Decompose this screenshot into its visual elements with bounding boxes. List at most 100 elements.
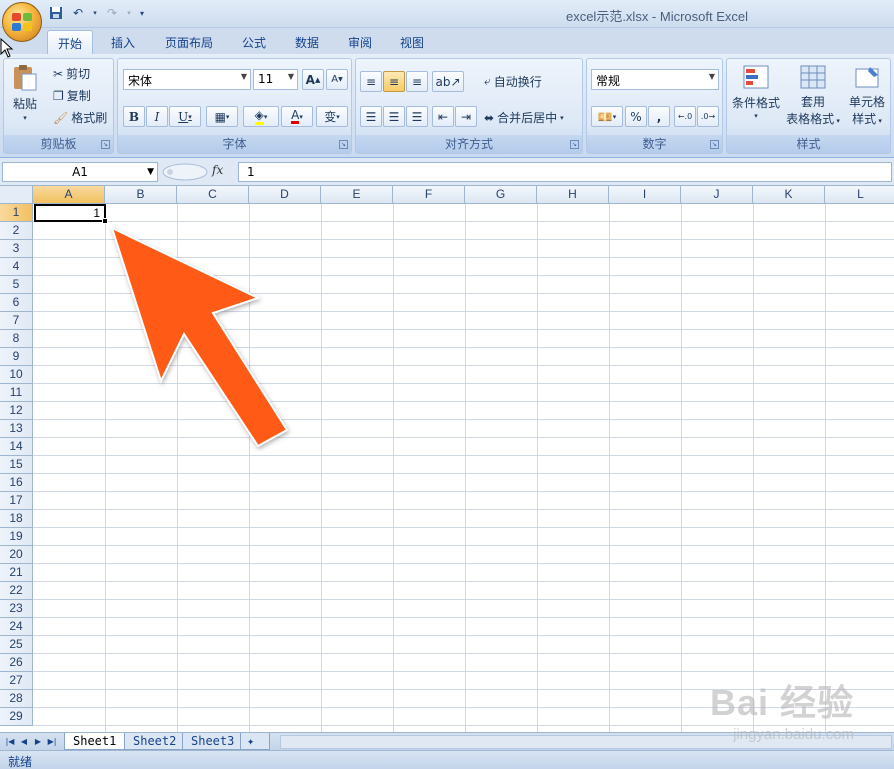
- row-header-15[interactable]: 15: [0, 456, 33, 474]
- last-sheet-icon[interactable]: ▶|: [46, 735, 58, 749]
- format-as-table-button[interactable]: 套用 表格格式 ▾: [785, 63, 841, 127]
- paste-button[interactable]: 粘贴 ▾: [10, 63, 40, 122]
- row-header-28[interactable]: 28: [0, 690, 33, 708]
- orientation-button[interactable]: ab↗: [432, 71, 464, 92]
- column-header-k[interactable]: K: [753, 186, 825, 204]
- row-header-5[interactable]: 5: [0, 276, 33, 294]
- row-header-29[interactable]: 29: [0, 708, 33, 726]
- increase-indent-button[interactable]: ⇥: [455, 106, 477, 127]
- font-name-select[interactable]: 宋体 ▼: [123, 69, 251, 90]
- bold-button[interactable]: B: [123, 106, 145, 127]
- tab-data[interactable]: 数据: [285, 30, 329, 54]
- decrease-decimal-button[interactable]: .0→: [697, 106, 719, 127]
- row-header-3[interactable]: 3: [0, 240, 33, 258]
- first-sheet-icon[interactable]: |◀: [4, 735, 16, 749]
- sheet-tab-3[interactable]: Sheet3: [182, 733, 244, 750]
- row-header-22[interactable]: 22: [0, 582, 33, 600]
- column-header-f[interactable]: F: [393, 186, 465, 204]
- row-header-11[interactable]: 11: [0, 384, 33, 402]
- column-header-e[interactable]: E: [321, 186, 393, 204]
- row-header-4[interactable]: 4: [0, 258, 33, 276]
- insert-function-button[interactable]: fx: [212, 163, 223, 177]
- wrap-text-button[interactable]: ⤶ 自动换行: [484, 73, 542, 90]
- borders-button[interactable]: ▦ ▾: [206, 106, 238, 127]
- align-bottom-button[interactable]: ≡: [406, 71, 428, 92]
- align-center-button[interactable]: ☰: [383, 106, 405, 127]
- row-header-10[interactable]: 10: [0, 366, 33, 384]
- italic-button[interactable]: I: [146, 106, 168, 127]
- number-format-select[interactable]: 常规 ▼: [591, 69, 719, 90]
- select-all-corner[interactable]: [0, 186, 33, 204]
- cut-button[interactable]: ✂ 剪切: [53, 65, 90, 82]
- copy-button[interactable]: ❐ 复制: [53, 87, 91, 104]
- conditional-format-button[interactable]: 条件格式 ▾: [731, 63, 781, 120]
- fill-color-button[interactable]: ◈ ▾: [243, 106, 279, 127]
- row-header-2[interactable]: 2: [0, 222, 33, 240]
- row-header-24[interactable]: 24: [0, 618, 33, 636]
- row-header-18[interactable]: 18: [0, 510, 33, 528]
- tab-page-layout[interactable]: 页面布局: [155, 30, 223, 54]
- sheet-tab-2[interactable]: Sheet2: [124, 733, 186, 750]
- worksheet-grid[interactable]: ABCDEFGHIJKL 1 2 3 4 5 6 7 8 9 10 11 12 13 14 15 16 17 18…: [0, 186, 894, 732]
- number-launcher-icon[interactable]: ↘: [710, 140, 719, 149]
- formula-bar-expander-icon[interactable]: [160, 162, 210, 182]
- font-color-button[interactable]: A ▾: [281, 106, 313, 127]
- column-header-i[interactable]: I: [609, 186, 681, 204]
- formula-input[interactable]: 1: [238, 162, 892, 182]
- tab-insert[interactable]: 插入: [101, 30, 145, 54]
- column-header-j[interactable]: J: [681, 186, 753, 204]
- prev-sheet-icon[interactable]: ◀: [18, 735, 30, 749]
- sheet-tab-1[interactable]: Sheet1: [64, 733, 126, 750]
- column-header-b[interactable]: B: [105, 186, 177, 204]
- next-sheet-icon[interactable]: ▶: [32, 735, 44, 749]
- column-header-h[interactable]: H: [537, 186, 609, 204]
- insert-sheet-button[interactable]: ✦: [240, 733, 270, 750]
- name-box[interactable]: A1 ▼: [2, 162, 158, 182]
- align-top-button[interactable]: ≡: [360, 71, 382, 92]
- phonetic-button[interactable]: 变 ▾: [316, 106, 348, 127]
- row-header-19[interactable]: 19: [0, 528, 33, 546]
- row-header-16[interactable]: 16: [0, 474, 33, 492]
- column-header-d[interactable]: D: [249, 186, 321, 204]
- percent-button[interactable]: %: [625, 106, 647, 127]
- column-header-g[interactable]: G: [465, 186, 537, 204]
- font-size-select[interactable]: 11 ▼: [253, 69, 298, 90]
- tab-formulas[interactable]: 公式: [232, 30, 276, 54]
- cell-styles-button[interactable]: 单元格 样式 ▾: [844, 63, 890, 127]
- increase-decimal-button[interactable]: ←.0: [674, 106, 696, 127]
- row-header-23[interactable]: 23: [0, 600, 33, 618]
- row-header-17[interactable]: 17: [0, 492, 33, 510]
- office-button[interactable]: [2, 2, 42, 42]
- align-middle-button[interactable]: ≡: [383, 71, 405, 92]
- row-header-13[interactable]: 13: [0, 420, 33, 438]
- fill-handle[interactable]: [102, 218, 108, 224]
- row-header-6[interactable]: 6: [0, 294, 33, 312]
- shrink-font-button[interactable]: A ▼: [326, 69, 348, 90]
- underline-button[interactable]: U ▾: [169, 106, 201, 127]
- row-header-27[interactable]: 27: [0, 672, 33, 690]
- align-right-button[interactable]: ☰: [406, 106, 428, 127]
- column-header-a[interactable]: A: [33, 186, 105, 204]
- tab-home[interactable]: 开始: [47, 30, 94, 54]
- row-header-12[interactable]: 12: [0, 402, 33, 420]
- row-header-20[interactable]: 20: [0, 546, 33, 564]
- tab-view[interactable]: 视图: [390, 30, 434, 54]
- alignment-launcher-icon[interactable]: ↘: [570, 140, 579, 149]
- row-header-8[interactable]: 8: [0, 330, 33, 348]
- row-header-9[interactable]: 9: [0, 348, 33, 366]
- format-painter-button[interactable]: 🖌 格式刷: [53, 109, 107, 126]
- row-header-1[interactable]: 1: [0, 204, 33, 222]
- align-left-button[interactable]: ☰: [360, 106, 382, 127]
- row-header-7[interactable]: 7: [0, 312, 33, 330]
- column-header-l[interactable]: L: [825, 186, 894, 204]
- grow-font-button[interactable]: A ▲: [302, 69, 324, 90]
- row-header-21[interactable]: 21: [0, 564, 33, 582]
- comma-button[interactable]: ,: [648, 106, 670, 127]
- accounting-format-button[interactable]: 💴 ▾: [591, 106, 623, 127]
- row-header-14[interactable]: 14: [0, 438, 33, 456]
- row-header-25[interactable]: 25: [0, 636, 33, 654]
- row-header-26[interactable]: 26: [0, 654, 33, 672]
- tab-review[interactable]: 审阅: [338, 30, 382, 54]
- decrease-indent-button[interactable]: ⇤: [432, 106, 454, 127]
- column-header-c[interactable]: C: [177, 186, 249, 204]
